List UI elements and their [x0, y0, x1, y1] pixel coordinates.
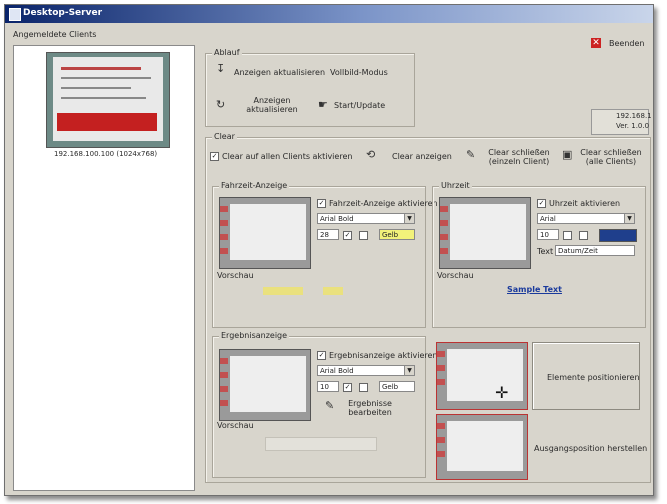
preview-glow: [263, 287, 303, 295]
ergebnis-italic-checkbox[interactable]: [359, 383, 368, 392]
ablauf-title: Ablauf: [212, 48, 242, 57]
ausgangsposition-button[interactable]: Ausgangsposition herstellen: [534, 444, 647, 453]
fahrzeit-title: Fahrzeit-Anzeige: [219, 181, 290, 190]
elemente-positionieren-button[interactable]: Elemente positionieren: [532, 342, 640, 410]
thumb-line: [61, 97, 146, 99]
status-line-2: Ver. 1.0.0: [616, 122, 650, 130]
ergebnis-bold-checkbox[interactable]: ✓: [343, 383, 352, 392]
fahrzeit-preview-label: Vorschau: [217, 271, 254, 280]
monitor-icon[interactable]: ▣: [562, 148, 572, 161]
fahrzeit-checkbox[interactable]: ✓: [317, 199, 326, 208]
start-icon[interactable]: ☛: [318, 98, 328, 111]
ergebnis-title: Ergebnisanzeige: [219, 331, 290, 340]
thumb-red-bar: [57, 113, 157, 131]
ergebnis-checkbox-label: Ergebnisanzeige aktivieren: [329, 351, 438, 360]
ergebnis-preview-label: Vorschau: [217, 421, 254, 430]
uhrzeit-size-select[interactable]: 10: [537, 229, 559, 240]
uhrzeit-title: Uhrzeit: [439, 181, 472, 190]
beenden-label[interactable]: Beenden: [609, 39, 644, 48]
uhrzeit-text-label: Text: [537, 247, 554, 256]
ergebnis-checkbox[interactable]: ✓: [317, 351, 326, 360]
ergebnisse-bearbeiten-button[interactable]: Ergebnisse bearbeiten: [339, 399, 401, 417]
vollbild-button[interactable]: Vollbild-Modus: [330, 68, 388, 77]
fahrzeit-color-field[interactable]: Gelb: [379, 229, 415, 240]
desktop-server-window: Desktop-Server Angemeldete Clients 192.1…: [4, 4, 654, 496]
clear-title: Clear: [212, 132, 237, 141]
clients-list[interactable]: 192.168.100.100 (1024x768): [13, 45, 195, 491]
clear-all-checkbox[interactable]: ✓: [210, 152, 219, 161]
clear-hide-all-button[interactable]: Clear schließen (alle Clients): [578, 148, 644, 166]
uhrzeit-checkbox-label: Uhrzeit aktivieren: [549, 199, 621, 208]
client-thumbnail[interactable]: [46, 52, 170, 148]
uhrzeit-font-select[interactable]: Arial ▼: [537, 213, 635, 224]
uhrzeit-italic-checkbox[interactable]: [579, 231, 588, 240]
fahrzeit-checkbox-label: Fahrzeit-Anzeige aktivieren: [329, 199, 438, 208]
uhrzeit-screenshot: [439, 197, 531, 269]
clear-anzeigen-button[interactable]: Clear anzeigen: [392, 152, 452, 161]
fahrzeit-font-select[interactable]: Arial Bold ▼: [317, 213, 415, 224]
ergebnis-group: Ergebnisanzeige ✓ Ergebnisanzeige aktivi…: [212, 331, 437, 478]
fahrzeit-group: Fahrzeit-Anzeige ✓ Fahrzeit-Anzeige akti…: [212, 181, 438, 328]
anzeigen-aktualisieren-button[interactable]: Anzeigen aktualisieren: [234, 68, 325, 77]
uhrzeit-preview-label: Vorschau: [437, 271, 474, 280]
uhrzeit-text-field[interactable]: Datum/Zeit: [555, 245, 635, 256]
ergebnis-font-select[interactable]: Arial Bold ▼: [317, 365, 415, 376]
uhrzeit-checkbox[interactable]: ✓: [537, 199, 546, 208]
fahrzeit-screenshot: [219, 197, 311, 269]
thumb-line: [61, 77, 151, 79]
thumb-line: [61, 67, 141, 70]
close-icon[interactable]: ✕: [591, 38, 601, 48]
ergebnis-color-field[interactable]: Gelb: [379, 381, 415, 392]
uhrzeit-preview-text: Sample Text: [507, 285, 562, 294]
clear-icon[interactable]: ⟲: [366, 148, 375, 161]
title-bar: Desktop-Server: [5, 5, 653, 23]
window-title: Desktop-Server: [23, 8, 103, 18]
ergebnis-screenshot: [219, 349, 311, 421]
fahrzeit-italic-checkbox[interactable]: [359, 231, 368, 240]
uhrzeit-bold-checkbox[interactable]: [563, 231, 572, 240]
clear-all-label: Clear auf allen Clients aktivieren: [222, 152, 353, 161]
move-cursor-icon: ✛: [495, 383, 509, 402]
ablauf-group: Ablauf ↧ Anzeigen aktualisieren Vollbild…: [205, 48, 415, 127]
uhrzeit-color-swatch[interactable]: [599, 229, 637, 242]
position-screenshot: ✛: [436, 342, 528, 410]
clear-hide-single-button[interactable]: Clear schließen (einzeln Client): [484, 148, 554, 166]
edit-icon[interactable]: ✎: [325, 399, 334, 412]
uhrzeit-group: Uhrzeit ✓ Uhrzeit aktivieren Arial ▼ 10 T…: [432, 181, 646, 328]
fahrzeit-size-select[interactable]: 28: [317, 229, 339, 240]
clients-label: Angemeldete Clients: [13, 30, 97, 39]
app-icon: [9, 8, 21, 21]
thumb-screen: [53, 57, 163, 141]
pen-icon[interactable]: ✎: [466, 148, 475, 161]
thumbnail-caption: 192.168.100.100 (1024x768): [54, 150, 158, 158]
ergebnis-size-select[interactable]: 10: [317, 381, 339, 392]
reload-icon[interactable]: ↻: [216, 98, 225, 111]
start-update-button[interactable]: Start/Update: [334, 101, 385, 110]
preview-glow: [323, 287, 343, 295]
neu-button[interactable]: Anzeigen aktualisieren: [242, 96, 302, 114]
ergebnis-preview-box: [265, 437, 377, 451]
fahrzeit-preview: [263, 287, 373, 297]
reset-screenshot: [436, 414, 528, 480]
fahrzeit-bold-checkbox[interactable]: ✓: [343, 231, 352, 240]
elemente-positionieren-label: Elemente positionieren: [547, 373, 640, 382]
clear-group: Clear ✓ Clear auf allen Clients aktivier…: [205, 132, 651, 483]
refresh-icon[interactable]: ↧: [216, 62, 225, 75]
status-line-1: 192.168.1: [616, 112, 652, 120]
status-box: 192.168.1 Ver. 1.0.0: [591, 109, 652, 135]
thumb-line: [61, 87, 131, 89]
